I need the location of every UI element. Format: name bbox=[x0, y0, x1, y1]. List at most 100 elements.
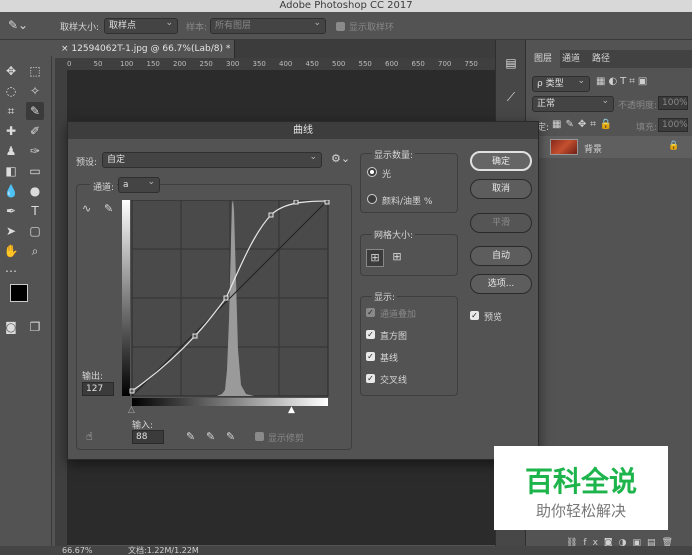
curve-graph[interactable] bbox=[122, 200, 330, 408]
foreground-color-swatch[interactable] bbox=[10, 284, 28, 302]
layer-row-background[interactable]: 背景 🔒 bbox=[526, 136, 692, 158]
shape-tool-icon[interactable]: ▢ bbox=[26, 222, 44, 240]
pencil-tool-icon[interactable]: ✎ bbox=[104, 202, 113, 215]
screen-mode-icon[interactable]: ❐ bbox=[26, 318, 44, 336]
channel-select[interactable]: a bbox=[118, 175, 160, 193]
cancel-button[interactable]: 取消 bbox=[470, 179, 532, 199]
layer-filter-icons[interactable]: ▦◐T⌗▣ bbox=[596, 76, 650, 87]
document-tab-title: 12594062T-1.jpg @ 66.7%(Lab/8) * bbox=[71, 44, 231, 54]
ruler-tick-label: 750 bbox=[464, 60, 478, 68]
intersection-checkbox[interactable]: ✓ bbox=[366, 374, 375, 383]
eraser-tool-icon[interactable]: ◧ bbox=[2, 162, 20, 180]
tab-channels[interactable]: 通道 bbox=[562, 50, 580, 68]
black-point-slider[interactable]: △ bbox=[128, 405, 135, 415]
tab-layers[interactable]: 图层 bbox=[526, 50, 560, 68]
zoom-tool-icon[interactable]: ⌕ bbox=[26, 242, 44, 260]
history-panel-icon[interactable]: ▤ bbox=[502, 54, 520, 72]
preset-select[interactable]: 自定 bbox=[102, 150, 322, 168]
input-gradient-bar bbox=[132, 398, 328, 406]
ruler-tick-label: 700 bbox=[438, 60, 452, 68]
intersection-label: 交叉线 bbox=[380, 376, 408, 386]
preview-checkbox[interactable]: ✓ bbox=[470, 311, 479, 320]
baseline-checkbox[interactable]: ✓ bbox=[366, 352, 375, 361]
status-bar: 66.67% 文档:1.22M/1.22M bbox=[0, 546, 692, 555]
channel-overlays-label: 通道叠加 bbox=[380, 310, 417, 320]
doc-size: 文档:1.22M/1.22M bbox=[128, 546, 199, 555]
preset-options-gear-icon[interactable]: ⚙⌄ bbox=[331, 152, 350, 165]
fill-input[interactable]: 100% bbox=[658, 118, 688, 132]
hand-tool-icon[interactable]: ✋ bbox=[2, 242, 20, 260]
app-title-bar: Adobe Photoshop CC 2017 bbox=[0, 0, 692, 12]
stamp-tool-icon[interactable]: ♟ bbox=[2, 142, 20, 160]
show-clipping-label: 显示修剪 bbox=[268, 434, 305, 444]
history-brush-icon[interactable]: ✑ bbox=[26, 142, 44, 160]
white-point-slider[interactable]: ▲ bbox=[288, 405, 295, 415]
document-tab[interactable]: × 12594062T-1.jpg @ 66.7%(Lab/8) * bbox=[55, 40, 235, 58]
pen-tool-icon[interactable]: ✒ bbox=[2, 202, 20, 220]
blend-mode-select[interactable]: 正常 bbox=[532, 94, 614, 112]
eyedropper-tool-icon[interactable]: ✎⌄ bbox=[8, 18, 28, 32]
gradient-tool-icon[interactable]: ▭ bbox=[26, 162, 44, 180]
brush-tool-icon[interactable]: ✐ bbox=[26, 122, 44, 140]
crop-tool-icon[interactable]: ⌗ bbox=[2, 102, 20, 120]
zoom-level[interactable]: 66.67% bbox=[62, 546, 93, 555]
lasso-tool-icon[interactable]: ◌ bbox=[2, 82, 20, 100]
sample-label: 样本: bbox=[186, 23, 208, 33]
close-tab-icon[interactable]: × bbox=[61, 44, 71, 54]
adjustments-panel-icon[interactable]: ⟋ bbox=[502, 88, 520, 106]
auto-button[interactable]: 自动 bbox=[470, 246, 532, 266]
output-label: 输出: bbox=[82, 372, 104, 382]
output-gradient-bar bbox=[122, 200, 130, 396]
opacity-input[interactable]: 100% bbox=[658, 96, 688, 110]
healing-brush-icon[interactable]: ✚ bbox=[2, 122, 20, 140]
ok-button[interactable]: 确定 bbox=[470, 151, 532, 171]
curve-point-tool-icon[interactable]: ∿ bbox=[82, 202, 91, 215]
ruler-tick-label: 200 bbox=[173, 60, 187, 68]
sample-select[interactable]: 所有图层 bbox=[210, 16, 326, 34]
sample-size-select[interactable]: 取样点 bbox=[104, 16, 178, 34]
magic-wand-icon[interactable]: ✧ bbox=[26, 82, 44, 100]
layer-filter-select[interactable]: ρ 类型 bbox=[532, 74, 590, 92]
show-clipping-checkbox[interactable] bbox=[255, 432, 264, 441]
tab-paths[interactable]: 路径 bbox=[592, 50, 610, 68]
histogram-checkbox[interactable]: ✓ bbox=[366, 330, 375, 339]
simple-grid-icon[interactable]: ⊞ bbox=[366, 249, 384, 267]
options-button[interactable]: 选项... bbox=[470, 274, 532, 294]
eyedropper-tool-icon[interactable]: ✎ bbox=[26, 102, 44, 120]
grid-size-title: 网格大小: bbox=[372, 228, 416, 241]
show-ring-checkbox[interactable] bbox=[336, 22, 345, 31]
opacity-label: 不透明度: bbox=[618, 101, 658, 111]
output-input[interactable]: 127 bbox=[82, 382, 114, 396]
quick-mask-icon[interactable]: ◙ bbox=[2, 318, 20, 336]
app-title: Adobe Photoshop CC 2017 bbox=[279, 0, 413, 11]
input-field[interactable]: 88 bbox=[132, 430, 164, 444]
move-tool-icon[interactable]: ✥ bbox=[2, 62, 20, 80]
ruler-tick-label: 250 bbox=[199, 60, 213, 68]
blur-tool-icon[interactable]: 💧 bbox=[2, 182, 20, 200]
path-selection-icon[interactable]: ➤ bbox=[2, 222, 20, 240]
lock-icons[interactable]: ▦✎✥⌗🔒 bbox=[552, 119, 616, 130]
detailed-grid-icon[interactable]: ⊞ bbox=[388, 249, 406, 267]
black-eyedropper-icon[interactable]: ✎ bbox=[186, 430, 195, 443]
white-eyedropper-icon[interactable]: ✎ bbox=[226, 430, 235, 443]
preview-label: 预览 bbox=[484, 313, 503, 323]
more-tools-icon[interactable]: ⋯ bbox=[2, 262, 20, 280]
watermark-subtitle: 助你轻松解决 bbox=[535, 502, 626, 520]
gray-eyedropper-icon[interactable]: ✎ bbox=[206, 430, 215, 443]
channel-overlays-checkbox[interactable]: ✓ bbox=[366, 308, 375, 317]
histogram-label: 直方图 bbox=[380, 332, 408, 342]
curves-dialog: 曲线 预设: 自定 ⚙⌄ 通道: a ∿ ✎ 输出: 127 bbox=[67, 121, 539, 460]
dodge-tool-icon[interactable]: ● bbox=[26, 182, 44, 200]
marquee-tool-icon[interactable]: ⬚ bbox=[26, 62, 44, 80]
layer-name: 背景 bbox=[584, 145, 603, 155]
type-tool-icon[interactable]: T bbox=[26, 202, 44, 220]
ruler-tick-label: 400 bbox=[279, 60, 293, 68]
baseline-label: 基线 bbox=[380, 354, 399, 364]
smooth-button[interactable]: 平滑 bbox=[470, 213, 532, 233]
ruler-tick-label: 450 bbox=[305, 60, 319, 68]
light-label: 光 bbox=[382, 170, 392, 180]
targeted-adjustment-icon[interactable]: ☝ bbox=[86, 430, 93, 443]
light-radio[interactable] bbox=[367, 167, 377, 177]
layers-panel-tabs: 图层 通道 路径 bbox=[526, 50, 692, 68]
pigment-radio[interactable] bbox=[367, 194, 377, 204]
